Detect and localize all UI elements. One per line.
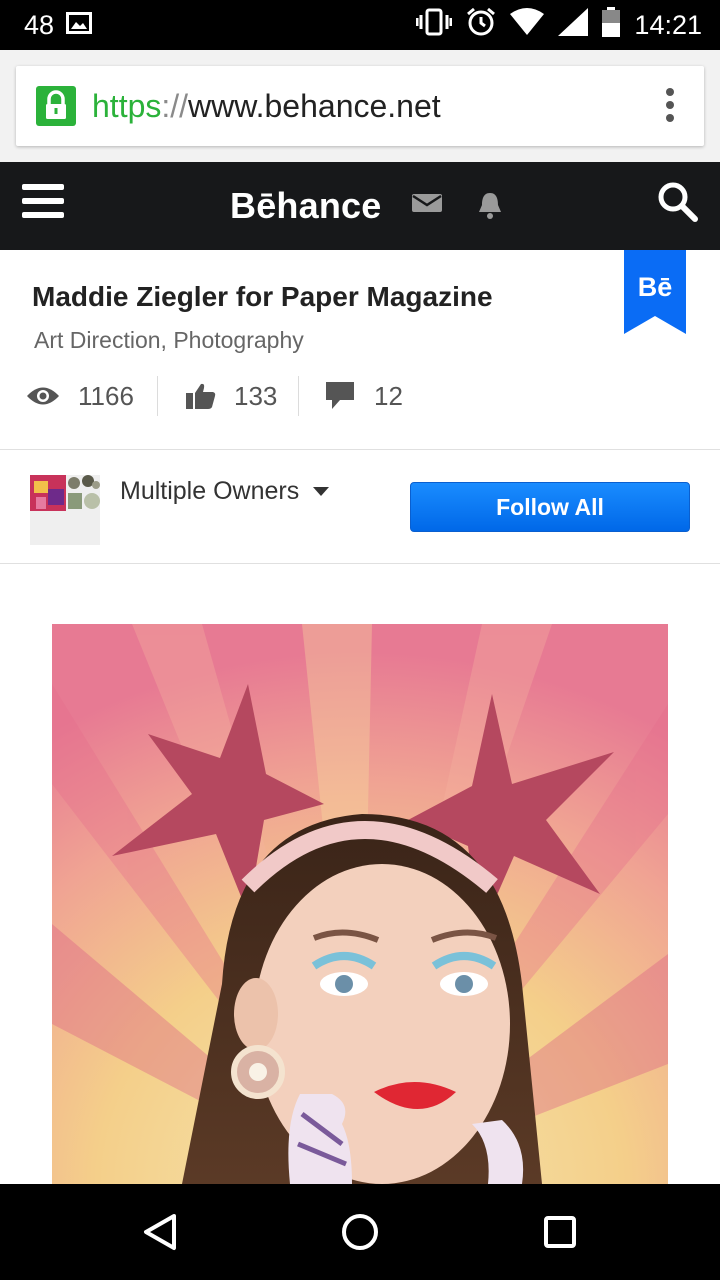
- system-nav-bar: [0, 1184, 720, 1280]
- comment-icon: [326, 382, 354, 410]
- eye-icon: [26, 385, 60, 407]
- menu-kebab-icon[interactable]: [664, 88, 676, 124]
- project-image-area: [0, 564, 720, 1184]
- search-icon[interactable]: [656, 180, 700, 228]
- owners-label: Multiple Owners: [120, 477, 300, 505]
- appreciations-count: 133: [234, 380, 278, 411]
- ribbon-label: Bē: [637, 272, 673, 302]
- status-bar: 48 14:21: [0, 0, 720, 50]
- screen: 48 14:21 https://www.behance.net Bēhance…: [0, 0, 720, 1280]
- behance-logo[interactable]: Bēhance: [230, 182, 381, 230]
- alarm-icon: [466, 7, 496, 44]
- project-fields[interactable]: Art Direction, Photography: [34, 325, 304, 355]
- hamburger-menu-icon[interactable]: [22, 184, 66, 224]
- project-title: Maddie Ziegler for Paper Magazine: [32, 281, 493, 312]
- home-icon[interactable]: [340, 1212, 380, 1256]
- views-count: 1166: [78, 380, 134, 411]
- comments-count: 12: [374, 380, 403, 411]
- owners-avatar[interactable]: [30, 475, 100, 545]
- caret-down-icon: [313, 486, 330, 496]
- notification-count: 48: [24, 9, 55, 40]
- stat-divider: [157, 376, 158, 416]
- vibrate-icon: [415, 8, 453, 43]
- project-header: Maddie Ziegler for Paper Magazine Art Di…: [0, 250, 720, 450]
- follow-all-button[interactable]: Follow All: [410, 482, 690, 532]
- url-bar[interactable]: https://www.behance.net: [16, 66, 704, 146]
- wifi-icon: [510, 7, 545, 43]
- recent-apps-icon[interactable]: [540, 1212, 580, 1256]
- appreciations-stat: 133: [186, 376, 277, 416]
- signal-icon: [558, 7, 589, 43]
- url-scheme: https: [92, 88, 162, 124]
- url-separator: ://: [161, 88, 189, 124]
- thumbs-up-icon: [186, 382, 216, 410]
- browser-toolbar: https://www.behance.net: [0, 50, 720, 162]
- url-text[interactable]: https://www.behance.net: [92, 84, 441, 128]
- behance-ribbon-badge[interactable]: Bē: [624, 250, 686, 334]
- stat-divider: [298, 376, 299, 416]
- back-icon[interactable]: [140, 1212, 180, 1256]
- url-host: www.behance.net: [188, 88, 441, 124]
- project-photo[interactable]: [52, 624, 668, 1184]
- multiple-owners-dropdown[interactable]: Multiple Owners: [120, 475, 330, 507]
- comments-stat: 12: [326, 376, 403, 416]
- status-left: 48: [24, 0, 93, 50]
- behance-nav: Bēhance: [0, 162, 720, 250]
- image-notification-icon: [66, 10, 93, 41]
- owners-row: Multiple Owners Follow All: [0, 451, 720, 564]
- lock-icon[interactable]: [36, 86, 76, 126]
- views-stat: 1166: [26, 376, 134, 416]
- status-time: 14:21: [634, 9, 702, 40]
- status-right: 14:21: [415, 0, 702, 50]
- battery-icon: [602, 6, 621, 44]
- bell-icon[interactable]: [476, 190, 504, 224]
- mail-icon[interactable]: [412, 192, 442, 218]
